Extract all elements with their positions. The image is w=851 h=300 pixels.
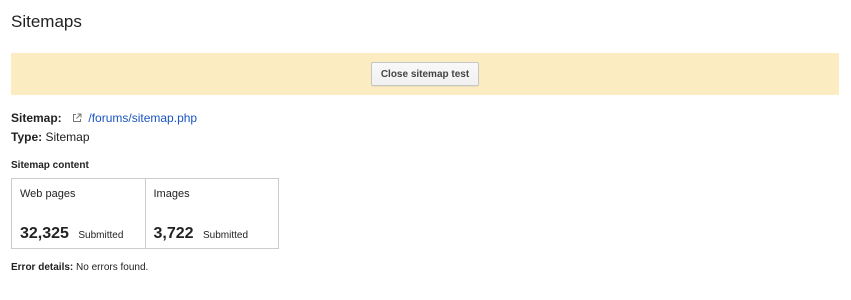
type-label: Type: [11,130,43,144]
sitemap-content-heading: Sitemap content [11,160,89,171]
stat-cell-web-pages: Web pages 32,325 Submitted [12,179,145,248]
sitemap-label: Sitemap: [11,111,62,125]
test-banner: Close sitemap test [11,53,839,95]
page-title: Sitemaps [11,12,82,31]
stat-label: Web pages [20,188,76,200]
stat-status: Submitted [203,230,249,241]
stat-label: Images [153,188,190,200]
close-sitemap-test-button[interactable]: Close sitemap test [370,62,480,86]
sitemaps-page: Sitemaps Close sitemap test Sitemap: /fo… [0,0,851,300]
stat-cell-images: Images 3,722 Submitted [144,179,279,248]
stat-value: 3,722 [153,225,194,242]
type-row: Type: Sitemap [11,130,90,144]
external-link-icon[interactable] [72,112,82,126]
sitemap-row: Sitemap: /forums/sitemap.php [11,111,197,126]
stat-status: Submitted [78,230,124,241]
error-details-value: No errors found. [76,262,149,273]
sitemap-url-link[interactable]: /forums/sitemap.php [88,111,197,125]
error-details-row: Error details: No errors found. [11,262,148,273]
error-details-label: Error details: [11,262,74,273]
sitemap-content-table: Web pages 32,325 Submitted Images 3,722 … [11,178,279,249]
type-value: Sitemap [45,130,90,144]
stat-value: 32,325 [20,225,69,242]
